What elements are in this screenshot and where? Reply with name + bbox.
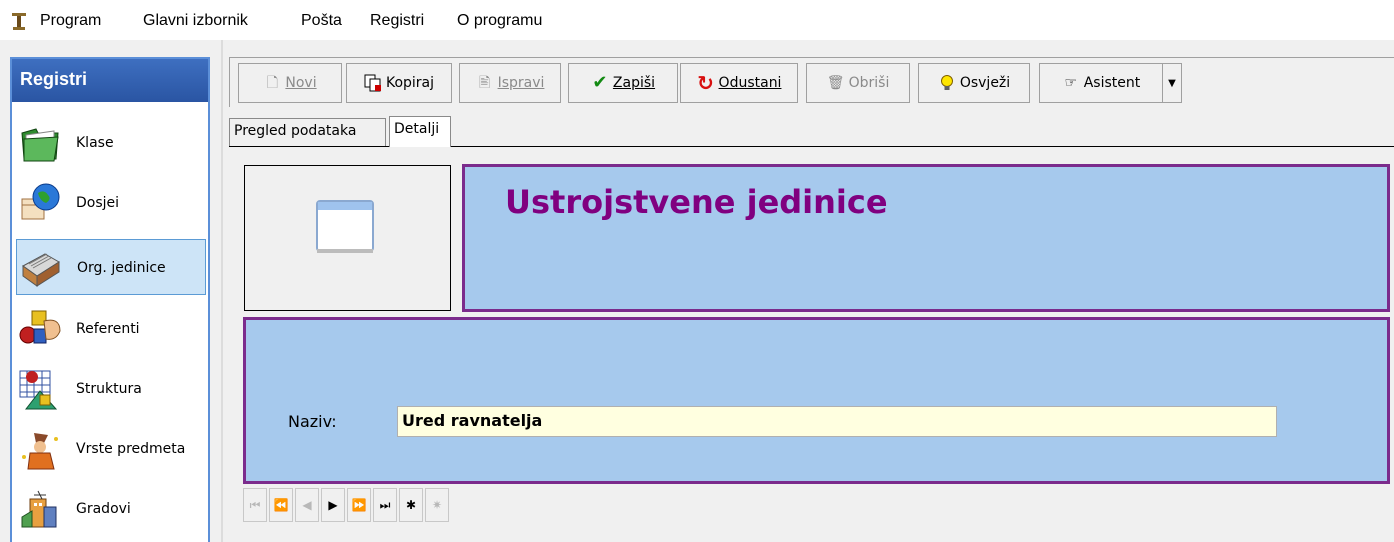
window-icon (316, 200, 374, 253)
toolbar: 🗋 Novi Kopiraj 🖹 Ispravi ✔ Zapiši ↻ Odus… (229, 57, 1394, 107)
previous-page-button[interactable]: ⏪ (269, 488, 293, 522)
sidebar-item-label: Dosjei (76, 195, 120, 211)
record-icon-box (244, 165, 451, 311)
trash-icon: 🗑 (826, 75, 845, 91)
obrisi-label: Obriši (848, 75, 890, 91)
first-record-button[interactable]: ⏮ (243, 488, 267, 522)
sidebar-item-label: Struktura (76, 381, 142, 397)
odustani-button[interactable]: ↻ Odustani (680, 63, 798, 103)
asistent-label: Asistent (1083, 75, 1141, 91)
last-record-icon: ⏭ (379, 497, 391, 512)
next-page-button[interactable]: ⏩ (347, 488, 371, 522)
novi-label: Novi (285, 75, 317, 91)
previous-record-button[interactable]: ◀ (295, 488, 319, 522)
sidebar-item-label: Referenti (76, 321, 140, 337)
delete-record-icon: ✷ (431, 498, 443, 512)
app-icon (12, 13, 26, 30)
naziv-label: Naziv: (288, 412, 337, 431)
sidebar-item-struktura[interactable]: Struktura (16, 361, 206, 417)
next-icon: ▶ (328, 498, 338, 512)
menu-program[interactable]: Program (40, 12, 101, 30)
undo-icon: ↻ (697, 71, 714, 95)
edit-document-icon: 🖹 (478, 75, 491, 91)
fast-forward-icon: ⏩ (351, 498, 367, 512)
page-title: Ustrojstvene jedinice (505, 183, 888, 221)
new-document-icon: 🗋 (266, 75, 279, 91)
sidebar-item-label: Vrste predmeta (76, 441, 186, 457)
detail-panel: Naziv: Ured ravnatelja (243, 317, 1390, 484)
asterisk-icon: ✱ (405, 498, 417, 512)
novi-button[interactable]: 🗋 Novi (238, 63, 342, 103)
menu-posta[interactable]: Pošta (301, 12, 342, 30)
checkmark-icon: ✔ (592, 72, 608, 93)
odustani-label: Odustani (718, 75, 782, 91)
ispravi-label: Ispravi (497, 75, 545, 91)
menu-glavni-izbornik[interactable]: Glavni izbornik (143, 12, 248, 30)
wizard-icon (22, 433, 58, 470)
naziv-field[interactable]: Ured ravnatelja (397, 406, 1277, 437)
city-icon (21, 490, 57, 528)
sidebar-registri: Registri Klase Dosjei Org. jedinice Refe… (10, 57, 210, 542)
structure-icon (19, 370, 58, 410)
sidebar-item-label: Gradovi (76, 501, 131, 517)
new-record-button[interactable]: ✱ (399, 488, 423, 522)
zapisi-label: Zapiši (612, 75, 656, 91)
sidebar-item-label: Org. jedinice (77, 260, 166, 276)
record-navigator: ⏮ ⏪ ◀ ▶ ⏩ ⏭ ✱ ✷ (243, 488, 451, 522)
card-file-icon (22, 253, 60, 287)
delete-record-button[interactable]: ✷ (425, 488, 449, 522)
copy-icon (364, 74, 382, 92)
sidebar-item-referenti[interactable]: Referenti (16, 301, 206, 357)
asistent-button[interactable]: ☞ Asistent (1039, 63, 1163, 103)
menu-bar: Program Glavni izbornik Pošta Registri O… (0, 0, 1394, 40)
sidebar-item-vrste-predmeta[interactable]: Vrste predmeta (16, 421, 206, 477)
rewind-icon: ⏪ (273, 498, 289, 512)
kopiraj-label: Kopiraj (385, 75, 435, 91)
zapisi-button[interactable]: ✔ Zapiši (568, 63, 678, 103)
panel-divider[interactable] (221, 40, 223, 542)
tab-detalji[interactable]: Detalji (389, 116, 451, 147)
lightbulb-icon (938, 74, 956, 92)
obrisi-button[interactable]: 🗑 Obriši (806, 63, 910, 103)
ispravi-button[interactable]: 🖹 Ispravi (459, 63, 561, 103)
sidebar-item-org-jedinice[interactable]: Org. jedinice (16, 239, 206, 295)
header-panel: Ustrojstvene jedinice (462, 164, 1390, 312)
last-record-button[interactable]: ⏭ (373, 488, 397, 522)
asistent-dropdown-button[interactable]: ▼ (1162, 63, 1182, 103)
sidebar-item-klase[interactable]: Klase (16, 115, 206, 171)
shapes-hand-icon (19, 310, 61, 344)
sidebar-title[interactable]: Registri (12, 59, 208, 102)
globe-calendar-icon (21, 183, 60, 220)
menu-registri[interactable]: Registri (370, 12, 424, 30)
kopiraj-button[interactable]: Kopiraj (346, 63, 452, 103)
first-record-icon: ⏮ (249, 497, 261, 512)
tab-bar: Pregled podataka Detalji (229, 116, 1394, 147)
tab-pregled-podataka[interactable]: Pregled podataka (229, 118, 386, 146)
menu-o-programu[interactable]: O programu (457, 12, 542, 30)
pointing-hand-icon: ☞ (1064, 75, 1078, 91)
sidebar-item-dosjei[interactable]: Dosjei (16, 175, 206, 231)
sidebar-item-gradovi[interactable]: Gradovi (16, 481, 206, 537)
sidebar-item-label: Klase (76, 135, 114, 151)
previous-icon: ◀ (302, 498, 312, 512)
folder-icon (21, 128, 59, 162)
dropdown-arrow-icon: ▼ (1168, 77, 1176, 89)
osvjezi-label: Osvježi (959, 75, 1011, 91)
osvjezi-button[interactable]: Osvježi (918, 63, 1030, 103)
next-record-button[interactable]: ▶ (321, 488, 345, 522)
